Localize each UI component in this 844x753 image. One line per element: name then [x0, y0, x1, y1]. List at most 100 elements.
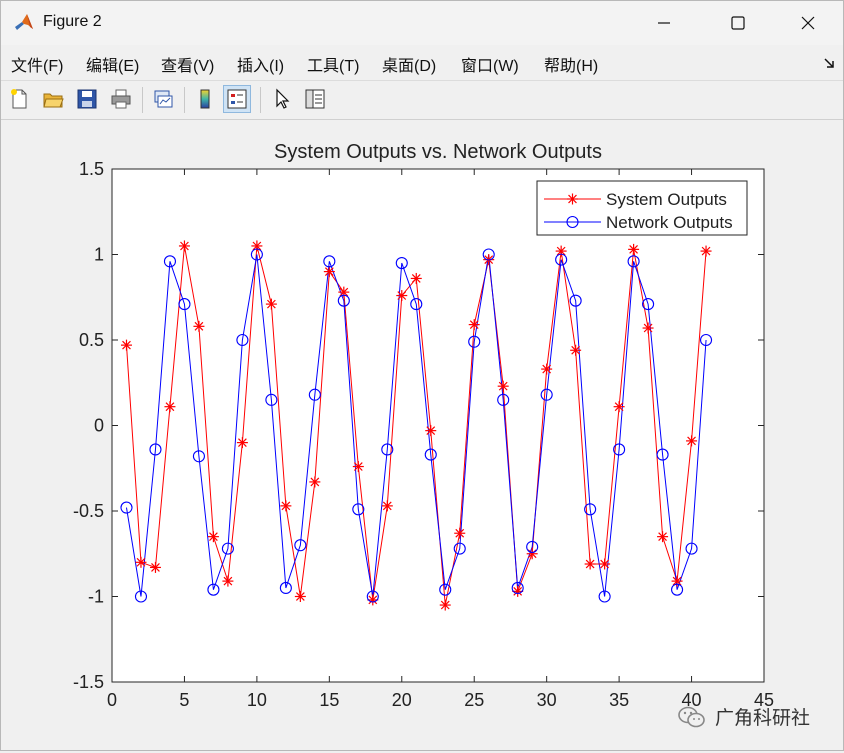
menu-desktop[interactable]: 桌面(D)	[382, 52, 436, 76]
menu-view[interactable]: 查看(V)	[161, 52, 214, 76]
system-output-point	[439, 599, 451, 611]
matlab-icon	[15, 14, 33, 30]
wechat-icon	[678, 706, 705, 727]
print-icon	[111, 89, 131, 109]
system-output-point	[251, 240, 263, 252]
x-tick-label: 5	[179, 690, 189, 710]
toolbar-separator	[142, 87, 143, 113]
chart-title: System Outputs vs. Network Outputs	[274, 141, 602, 163]
print-button[interactable]	[107, 85, 135, 113]
maximize-button[interactable]	[703, 1, 773, 45]
system-output-point	[526, 548, 538, 560]
link-plot-button[interactable]	[149, 85, 177, 113]
system-output-point	[338, 286, 350, 298]
system-output-point	[178, 240, 190, 252]
system-output-point	[555, 245, 567, 257]
y-tick-label: 1	[94, 245, 104, 265]
x-tick-label: 10	[247, 690, 267, 710]
menu-help[interactable]: 帮助(H)	[544, 52, 598, 76]
open-file-button[interactable]	[39, 85, 67, 113]
plot-area	[111, 168, 765, 683]
legend-icon	[227, 89, 247, 109]
system-output-point	[164, 401, 176, 413]
system-output-point	[236, 437, 248, 449]
system-output-point	[686, 435, 698, 447]
y-tick-label: 1.5	[79, 159, 104, 179]
new-figure-button[interactable]	[5, 85, 33, 113]
y-tick-label: -0.5	[73, 501, 104, 521]
colorbar-icon	[200, 89, 210, 109]
pointer-icon	[276, 88, 290, 109]
system-output-point	[599, 558, 611, 570]
y-tick-label: 0.5	[79, 330, 104, 350]
pointer-button[interactable]	[267, 85, 295, 113]
colorbar-button[interactable]	[191, 85, 219, 113]
system-output-point	[280, 500, 292, 512]
menu-tools[interactable]: 工具(T)	[307, 52, 359, 76]
minimize-icon	[658, 22, 670, 24]
legend-label-system: System Outputs	[606, 190, 727, 209]
x-tick-label: 20	[392, 690, 412, 710]
x-tick-label: 0	[107, 690, 117, 710]
system-output-point	[323, 266, 335, 278]
system-output-point	[135, 556, 147, 568]
toolbar-separator	[260, 87, 261, 113]
y-tick-label: -1.5	[73, 672, 104, 692]
system-output-point	[381, 500, 393, 512]
toolbar-separator	[184, 87, 185, 113]
title-bar[interactable]: Figure 2	[1, 1, 843, 45]
line-chart[interactable]: System Outputs vs. Network Outputs 1.510…	[3, 121, 841, 748]
menu-window[interactable]: 窗口(W)	[461, 52, 519, 76]
close-icon	[801, 16, 815, 30]
x-tick-label: 25	[464, 690, 484, 710]
dock-arrow-icon[interactable]	[823, 57, 835, 69]
system-output-point	[294, 591, 306, 602]
system-output-point	[642, 322, 654, 334]
open-file-icon	[43, 93, 64, 108]
system-output-point	[410, 272, 422, 284]
system-output-point	[149, 561, 161, 573]
watermark-text: 广角科研社	[715, 707, 811, 729]
save-button[interactable]	[73, 85, 101, 113]
system-output-point	[628, 243, 640, 255]
save-icon	[77, 89, 97, 109]
system-output-point	[120, 339, 132, 351]
system-output-point	[396, 290, 408, 302]
menu-file[interactable]: 文件(F)	[11, 52, 63, 76]
system-output-point	[657, 531, 669, 543]
y-tick-label: -1	[88, 587, 104, 607]
legend-marker-system	[567, 193, 578, 205]
legend-button[interactable]	[223, 85, 251, 113]
property-editor-icon	[305, 89, 325, 109]
property-editor-button[interactable]	[301, 85, 329, 113]
menu-insert[interactable]: 插入(I)	[237, 52, 284, 76]
close-button[interactable]	[773, 1, 843, 45]
new-figure-icon	[11, 89, 27, 109]
system-output-point	[700, 245, 712, 257]
system-output-point	[207, 531, 219, 543]
system-output-point	[309, 476, 321, 488]
system-output-point	[265, 298, 277, 310]
system-output-point	[541, 363, 553, 375]
system-output-point	[671, 575, 683, 587]
system-output-point	[454, 527, 466, 539]
x-tick-label: 35	[609, 690, 629, 710]
system-output-point	[584, 558, 596, 570]
figure-window: Figure 2 文件(F) 编辑(E) 查看(V) 插入(I) 工具(T) 桌…	[0, 0, 844, 751]
legend-label-network: Network Outputs	[606, 213, 733, 232]
x-tick-label: 30	[537, 690, 557, 710]
legend[interactable]: System Outputs Network Outputs	[536, 180, 748, 236]
system-output-point	[497, 380, 509, 392]
system-output-point	[352, 461, 364, 473]
system-output-point	[613, 401, 625, 413]
toolbar	[1, 80, 843, 120]
menu-edit[interactable]: 编辑(E)	[86, 52, 139, 76]
menu-bar: 文件(F) 编辑(E) 查看(V) 插入(I) 工具(T) 桌面(D) 窗口(W…	[1, 47, 843, 77]
watermark: 广角科研社	[677, 703, 810, 730]
minimize-button[interactable]	[629, 1, 699, 45]
y-tick-label: 0	[94, 416, 104, 436]
system-output-point	[193, 320, 205, 332]
maximize-icon	[731, 16, 745, 30]
figure-canvas: System Outputs vs. Network Outputs 1.5 1 0…	[3, 121, 841, 748]
system-output-point	[570, 344, 582, 356]
